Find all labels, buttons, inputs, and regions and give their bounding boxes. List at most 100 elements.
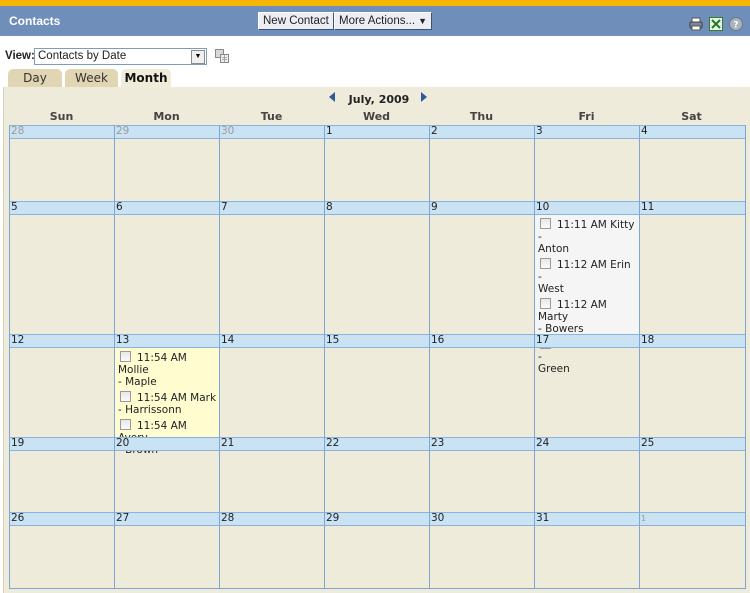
day-number[interactable]: 29 [116, 125, 129, 138]
day-number[interactable]: 31 [536, 512, 549, 525]
calendar-day-cell[interactable]: 11 [639, 201, 746, 334]
svg-text:?: ? [733, 21, 738, 31]
contact-event[interactable]: 11:12 AM Erin - West [535, 255, 639, 295]
day-number[interactable]: 30 [431, 512, 444, 525]
calendar-day-cell[interactable]: 4 [639, 125, 746, 201]
grid-bottom-border [9, 588, 746, 589]
day-cell-body [220, 451, 324, 512]
day-number[interactable]: 24 [536, 437, 549, 450]
calendar-day-cell[interactable]: 2 [429, 125, 534, 201]
calendar-day-cell[interactable]: 25 [639, 437, 746, 512]
event-checkbox[interactable] [540, 218, 551, 229]
day-number[interactable]: 30 [221, 125, 234, 138]
day-number[interactable]: 28 [221, 512, 234, 525]
new-contact-button[interactable]: New Contact [258, 12, 334, 30]
day-number[interactable]: 15 [326, 334, 339, 347]
day-number[interactable]: 18 [641, 334, 654, 347]
calendar-day-cell[interactable]: 20 [114, 437, 219, 512]
day-number[interactable]: 1 [641, 512, 646, 525]
day-number[interactable]: 5 [11, 201, 18, 214]
event-checkbox[interactable] [120, 351, 131, 362]
calendar-day-cell[interactable]: 22 [324, 437, 429, 512]
day-number[interactable]: 25 [641, 437, 654, 450]
event-checkbox[interactable] [540, 258, 551, 269]
day-number[interactable]: 6 [116, 201, 123, 214]
customize-view-icon[interactable] [215, 49, 229, 63]
day-number[interactable]: 12 [11, 334, 24, 347]
day-number[interactable]: 20 [116, 437, 129, 450]
calendar-day-cell[interactable]: 21 [219, 437, 324, 512]
calendar-day-cell[interactable]: 28 [9, 125, 114, 201]
contact-event[interactable]: 11:54 AM Mollie - Maple [115, 348, 219, 388]
day-number[interactable]: 27 [116, 512, 129, 525]
contact-event[interactable]: 11:11 AM Kitty - Anton [535, 215, 639, 255]
day-number[interactable]: 3 [536, 125, 543, 138]
event-checkbox[interactable] [540, 298, 551, 309]
day-number[interactable]: 19 [11, 437, 24, 450]
day-cell-body [325, 348, 429, 437]
chevron-down-icon[interactable]: ▼ [191, 50, 205, 64]
calendar-day-cell[interactable]: 31 [534, 512, 639, 588]
tab-month[interactable]: Month [121, 69, 171, 88]
day-number[interactable]: 17 [536, 334, 549, 347]
day-number[interactable]: 7 [221, 201, 228, 214]
day-number[interactable]: 21 [221, 437, 234, 450]
tab-week[interactable]: Week [65, 69, 118, 87]
calendar-day-cell[interactable]: 1 [324, 125, 429, 201]
day-number[interactable]: 13 [116, 334, 129, 347]
view-select[interactable]: Contacts by Date ▼ [34, 48, 207, 65]
day-number[interactable]: 14 [221, 334, 234, 347]
calendar-day-cell[interactable]: 23 [429, 437, 534, 512]
calendar-day-cell[interactable]: 19 [9, 437, 114, 512]
calendar-day-cell[interactable]: 15 [324, 334, 429, 437]
previous-month-arrow-icon[interactable] [329, 92, 335, 102]
help-icon[interactable]: ? [729, 17, 743, 31]
calendar-day-cell[interactable]: 30 [429, 512, 534, 588]
calendar-day-cell[interactable]: 29 [324, 512, 429, 588]
day-number[interactable]: 2 [431, 125, 438, 138]
contact-event[interactable]: 11:54 AM Mark - Harrissonn [115, 388, 219, 416]
calendar-day-cell[interactable]: 29 [114, 125, 219, 201]
calendar-day-cell[interactable]: 13 11:54 AM Mollie - Maple 11:54 AM Mark - H… [114, 334, 219, 456]
calendar-day-cell[interactable]: 7 [219, 201, 324, 334]
day-cell-body [10, 348, 114, 437]
day-number[interactable]: 26 [11, 512, 24, 525]
day-number[interactable]: 8 [326, 201, 333, 214]
day-number[interactable]: 10 [536, 201, 549, 214]
calendar-day-cell[interactable]: 24 [534, 437, 639, 512]
event-checkbox[interactable] [120, 419, 131, 430]
day-number[interactable]: 9 [431, 201, 438, 214]
calendar-day-cell[interactable]: 1 [639, 512, 746, 588]
calendar-day-cell[interactable]: 6 [114, 201, 219, 334]
calendar-day-cell[interactable]: 27 [114, 512, 219, 588]
more-actions-button[interactable]: More Actions... ▼ [334, 12, 432, 30]
calendar-day-cell[interactable]: 5 [9, 201, 114, 334]
day-number[interactable]: 23 [431, 437, 444, 450]
day-number[interactable]: 16 [431, 334, 444, 347]
calendar-day-cell[interactable]: 26 [9, 512, 114, 588]
day-number[interactable]: 29 [326, 512, 339, 525]
day-number[interactable]: 1 [326, 125, 333, 138]
calendar-day-cell[interactable]: 30 [219, 125, 324, 201]
day-number[interactable]: 28 [11, 125, 24, 138]
calendar-day-cell[interactable]: 3 [534, 125, 639, 201]
tab-day[interactable]: Day [8, 69, 62, 87]
day-number[interactable]: 22 [326, 437, 339, 450]
contact-event[interactable]: 11:12 AM Marty - Bowers [535, 295, 639, 335]
calendar-day-cell[interactable]: 8 [324, 201, 429, 334]
calendar-day-cell[interactable]: 16 [429, 334, 534, 437]
calendar-day-cell[interactable]: 28 [219, 512, 324, 588]
calendar-day-cell[interactable]: 9 [429, 201, 534, 334]
calendar-day-cell[interactable]: 14 [219, 334, 324, 437]
printer-icon[interactable] [689, 17, 703, 31]
day-number[interactable]: 11 [641, 201, 654, 214]
event-checkbox[interactable] [120, 391, 131, 402]
excel-export-icon[interactable] [709, 17, 723, 31]
calendar-day-cell[interactable]: 17 [534, 334, 639, 437]
event-surname: - Maple [118, 376, 157, 388]
calendar-day-cell[interactable]: 18 [639, 334, 746, 437]
next-month-arrow-icon[interactable] [421, 92, 427, 102]
calendar-day-cell[interactable]: 12 [9, 334, 114, 437]
day-number[interactable]: 4 [641, 125, 648, 138]
calendar-day-cell[interactable]: 10 11:11 AM Kitty - Anton 11:12 AM Erin - We… [534, 201, 639, 375]
